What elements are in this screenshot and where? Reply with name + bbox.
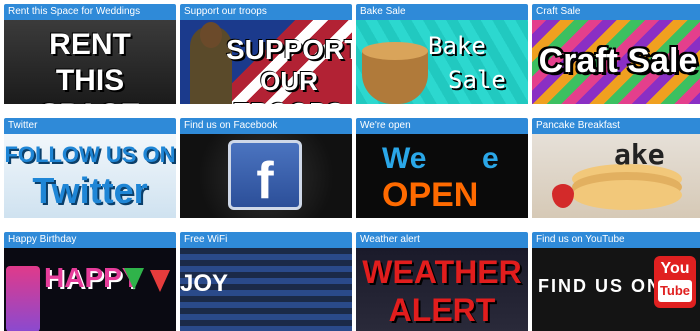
card-title: Weather alert	[356, 232, 528, 248]
card-title: Craft Sale	[532, 4, 700, 20]
thumbnail: FIND US ON You Tube	[532, 248, 700, 331]
basket-top	[362, 42, 428, 60]
card-bake-sale[interactable]: Bake Sale Bake Sale	[356, 4, 528, 104]
card-title: Twitter	[4, 118, 176, 134]
soldier-head	[200, 22, 222, 48]
thumbnail: Bake Sale	[356, 20, 528, 104]
thumb-text: SUPPORT	[226, 34, 352, 65]
card-title: Happy Birthday	[4, 232, 176, 248]
thumb-text: RENT	[49, 28, 131, 61]
card-free-wifi[interactable]: Free WiFi JOY	[180, 232, 352, 331]
thumb-text: THIS SPACE	[39, 64, 140, 104]
youtube-tube: Tube	[658, 280, 692, 302]
thumbnail: Craft Sale	[532, 20, 700, 104]
thumbnail: We e OPEN	[356, 134, 528, 218]
thumbnail: ake	[532, 134, 700, 218]
thumb-text: OPEN	[382, 176, 479, 214]
card-title: Support our troops	[180, 4, 352, 20]
thumb-text: Sale	[448, 66, 506, 94]
thumb-text: OUR TROOPS	[234, 66, 344, 104]
facebook-icon: f	[228, 140, 302, 210]
thumbnail: HAPPY	[4, 248, 176, 331]
card-weather-alert[interactable]: Weather alert WEATHER ALERT	[356, 232, 528, 331]
card-title: Free WiFi	[180, 232, 352, 248]
thumbnail: RENT THIS SPACE	[4, 20, 176, 104]
card-craft-sale[interactable]: Craft Sale Craft Sale	[532, 4, 700, 104]
card-title: Find us on YouTube	[532, 232, 700, 248]
card-youtube[interactable]: Find us on YouTube FIND US ON You Tube	[532, 232, 700, 331]
sign-template-grid: Rent this Space for Weddings RENT THIS S…	[0, 0, 700, 331]
youtube-icon: You Tube	[654, 256, 696, 308]
thumbnail: FOLLOW US ON Twitter	[4, 134, 176, 218]
pennant-icon	[150, 270, 170, 292]
thumb-text: JOY	[180, 270, 229, 297]
facebook-f: f	[256, 152, 274, 210]
thumb-text: e	[482, 142, 499, 175]
thumbnail: SUPPORT OUR TROOPS	[180, 20, 352, 104]
thumbnail: JOY	[180, 248, 352, 331]
bread-basket	[362, 42, 428, 104]
card-title: Find us on Facebook	[180, 118, 352, 134]
thumb-text: ALERT	[388, 292, 496, 328]
thumb-text: Bake	[428, 32, 486, 60]
thumb-text: We	[382, 142, 427, 175]
birthday-cake	[6, 266, 40, 331]
thumb-text: FIND US ON	[538, 276, 663, 296]
youtube-you: You	[660, 260, 690, 277]
thumbnail: f	[180, 134, 352, 218]
pennant-icon	[124, 268, 144, 290]
strawberry	[552, 184, 574, 208]
thumb-text: WEATHER	[362, 254, 522, 290]
card-title: Rent this Space for Weddings	[4, 4, 176, 20]
card-rent-this-space[interactable]: Rent this Space for Weddings RENT THIS S…	[4, 4, 176, 104]
card-support-our-troops[interactable]: Support our troops SUPPORT OUR TROOPS	[180, 4, 352, 104]
card-were-open[interactable]: We're open We e OPEN	[356, 118, 528, 218]
card-twitter[interactable]: Twitter FOLLOW US ON Twitter	[4, 118, 176, 218]
card-happy-birthday[interactable]: Happy Birthday HAPPY	[4, 232, 176, 331]
thumb-text: Craft Sale	[538, 42, 698, 80]
card-title: We're open	[356, 118, 528, 134]
thumb-text: FOLLOW US ON	[4, 142, 176, 167]
card-title: Pancake Breakfast	[532, 118, 700, 134]
thumb-text: ake	[614, 138, 665, 171]
card-facebook[interactable]: Find us on Facebook f	[180, 118, 352, 218]
pancake-stack	[572, 180, 682, 210]
card-pancake-breakfast[interactable]: Pancake Breakfast ake	[532, 118, 700, 218]
thumb-text: Twitter	[32, 170, 148, 211]
card-title: Bake Sale	[356, 4, 528, 20]
thumbnail: WEATHER ALERT	[356, 248, 528, 331]
